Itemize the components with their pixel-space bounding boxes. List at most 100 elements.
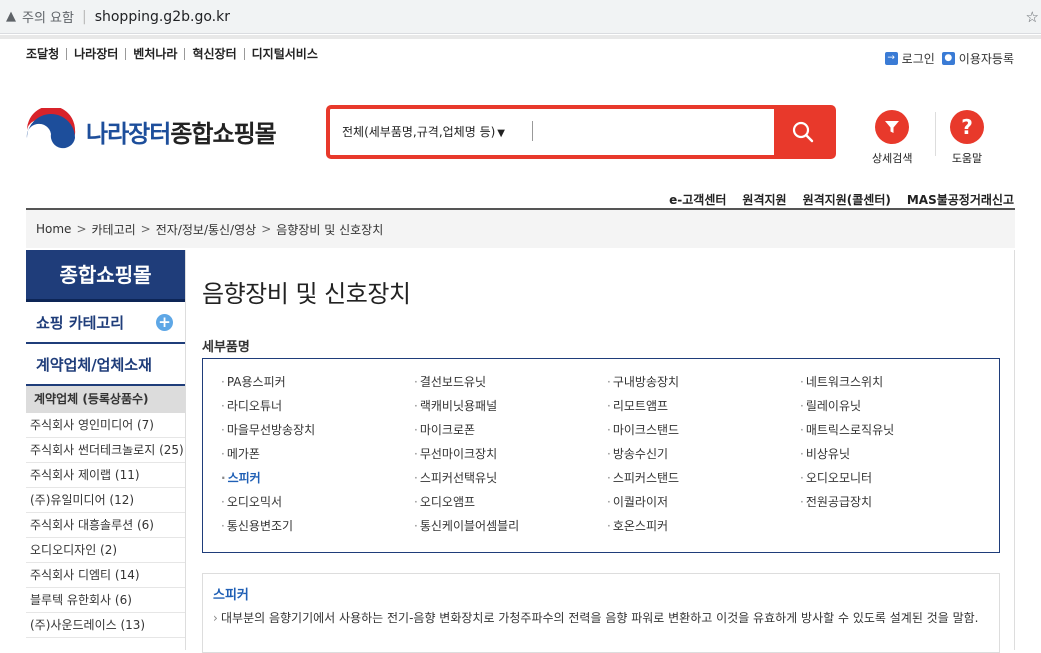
sidebar-menu-vendor[interactable]: 계약업체/업체소재 bbox=[26, 344, 185, 386]
register-link[interactable]: 이용자등록 bbox=[959, 50, 1014, 67]
subitem-link[interactable]: 전원공급장치 bbox=[800, 493, 993, 517]
login-link[interactable]: 로그인 bbox=[902, 50, 935, 67]
subitem-link[interactable]: 매트릭스로직유닛 bbox=[800, 421, 993, 445]
main-content: 음향장비 및 신호장치 세부품명 PA용스피커결선보드유닛구내방송장치네트워크스… bbox=[185, 250, 1015, 653]
breadcrumb-category[interactable]: 카테고리 bbox=[92, 221, 136, 238]
bookmark-star-icon[interactable]: ☆ bbox=[1026, 8, 1039, 26]
description-text: 대부분의 음향기기에서 사용하는 전기-음향 변화장치로 가청주파수의 전력을 … bbox=[213, 609, 989, 627]
vendor-item[interactable]: 블루텍 유한회사 (6) bbox=[26, 588, 185, 613]
site-link-digital[interactable]: 디지털서비스 bbox=[243, 48, 325, 60]
url-field[interactable]: shopping.g2b.go.kr bbox=[95, 9, 230, 25]
link-remote-support[interactable]: 원격지원 bbox=[742, 191, 786, 208]
chevron-right-icon: > bbox=[76, 222, 87, 236]
sidebar-menu-category[interactable]: 쇼핑 카테고리 + bbox=[26, 302, 185, 344]
family-site-links: 조달청 나라장터 벤처나라 혁신장터 디지털서비스 bbox=[26, 48, 325, 60]
subitem-link[interactable]: 통신용변조기 bbox=[221, 517, 414, 541]
subitem-grid: PA용스피커결선보드유닛구내방송장치네트워크스위치라디오튜너랙캐비닛용패널리모트… bbox=[221, 373, 981, 541]
subitem-link[interactable]: 통신케이블어셈블리 bbox=[414, 517, 607, 541]
site-link-naramarket[interactable]: 나라장터 bbox=[66, 48, 125, 60]
description-title: 스피커 bbox=[213, 588, 249, 603]
breadcrumb-home[interactable]: Home bbox=[36, 222, 71, 236]
logo-text-naramarket: 나라장터 bbox=[86, 120, 171, 148]
vendor-item[interactable]: 오디오디자인 (2) bbox=[26, 538, 185, 563]
vendor-item[interactable]: 주식회사 제이랩 (11) bbox=[26, 463, 185, 488]
user-links: → 로그인 ● 이용자등록 bbox=[884, 50, 1014, 67]
subitem-link[interactable]: 스피커 bbox=[221, 469, 414, 493]
subitem-link[interactable]: 비상유닛 bbox=[800, 445, 993, 469]
vendor-list-header: 계약업체 (등록상품수) bbox=[26, 386, 185, 413]
tool-divider bbox=[935, 112, 936, 156]
site-logo-text[interactable]: 나라장터종합쇼핑몰 bbox=[86, 114, 277, 149]
link-mas-report[interactable]: MAS불공정거래신고 bbox=[907, 191, 1014, 208]
link-e-customer-center[interactable]: e-고객센터 bbox=[669, 191, 726, 208]
page-top-divider bbox=[0, 35, 1041, 39]
subitem-link[interactable]: 리모트앰프 bbox=[607, 397, 800, 421]
detail-search-label: 상세검색 bbox=[872, 152, 913, 165]
search-scope-select[interactable]: 전체(세부품명,규격,업체명 등) ▼ bbox=[342, 123, 505, 140]
site-link-venture[interactable]: 벤처나라 bbox=[125, 48, 184, 60]
vendor-item[interactable]: 주식회사 대흥솔루션 (6) bbox=[26, 513, 185, 538]
vendor-item[interactable]: (주)사운드레이스 (13) bbox=[26, 613, 185, 638]
vendor-item[interactable]: (주)유일미디어 (12) bbox=[26, 488, 185, 513]
subitem-link[interactable]: 랙캐비닛용패널 bbox=[414, 397, 607, 421]
search-divider bbox=[532, 121, 533, 141]
chevron-right-icon: > bbox=[140, 222, 151, 236]
service-links: e-고객센터 원격지원 원격지원(콜센터) MAS불공정거래신고 bbox=[653, 191, 1014, 208]
chevron-right-icon: > bbox=[261, 222, 272, 236]
link-remote-support-callcenter[interactable]: 원격지원(콜센터) bbox=[803, 191, 891, 208]
expand-plus-icon[interactable]: + bbox=[156, 314, 173, 331]
subitem-link[interactable]: 결선보드유닛 bbox=[414, 373, 607, 397]
vendor-item[interactable]: 주식회사 썬더테크놀로지 (25) bbox=[26, 438, 185, 463]
subitem-link[interactable]: 오디오앰프 bbox=[414, 493, 607, 517]
subitem-link[interactable]: 네트워크스위치 bbox=[800, 373, 993, 397]
subitem-link[interactable]: 마이크스탠드 bbox=[607, 421, 800, 445]
logo-text-shoppingmall: 종합쇼핑몰 bbox=[170, 120, 276, 148]
sidebar-title[interactable]: 종합쇼핑몰 bbox=[26, 250, 185, 302]
subitem-link[interactable]: 오디오모니터 bbox=[800, 469, 993, 493]
breadcrumb-electronics[interactable]: 전자/정보/통신/영상 bbox=[156, 221, 256, 238]
help-button[interactable]: ? 도움말 bbox=[950, 110, 984, 166]
chevron-down-icon: ▼ bbox=[497, 128, 505, 139]
subitem-link[interactable]: 스피커선택유닛 bbox=[414, 469, 607, 493]
subitem-link[interactable]: 이퀄라이저 bbox=[607, 493, 800, 517]
subitem-link[interactable]: PA용스피커 bbox=[221, 373, 414, 397]
page-title: 음향장비 및 신호장치 bbox=[202, 280, 411, 308]
taegeuk-logo-icon[interactable] bbox=[25, 108, 77, 160]
subitem-link[interactable]: 무선마이크장치 bbox=[414, 445, 607, 469]
search-scope-label: 전체(세부품명,규격,업체명 등) bbox=[342, 125, 496, 139]
user-icon: ● bbox=[941, 52, 955, 65]
sidebar-menu-category-label: 쇼핑 카테고리 bbox=[36, 314, 125, 332]
vendor-item[interactable]: 주식회사 디엠티 (14) bbox=[26, 563, 185, 588]
subitem-link[interactable]: 마이크로폰 bbox=[414, 421, 607, 445]
address-divider: | bbox=[81, 8, 87, 25]
subitem-link[interactable]: 구내방송장치 bbox=[607, 373, 800, 397]
subitem-box: PA용스피커결선보드유닛구내방송장치네트워크스위치라디오튜너랙캐비닛용패널리모트… bbox=[202, 358, 1000, 553]
subitem-link[interactable]: 스피커스탠드 bbox=[607, 469, 800, 493]
detail-search-button[interactable]: 상세검색 bbox=[872, 110, 912, 166]
search-icon bbox=[792, 121, 814, 143]
help-icon: ? bbox=[950, 110, 984, 144]
subitem-link[interactable]: 메가폰 bbox=[221, 445, 414, 469]
breadcrumb: Home > 카테고리 > 전자/정보/통신/영상 > 음향장비 및 신호장치 bbox=[26, 208, 1015, 248]
search-button[interactable] bbox=[774, 109, 832, 155]
subitem-link[interactable]: 오디오믹서 bbox=[221, 493, 414, 517]
subitem-link[interactable]: 라디오튜너 bbox=[221, 397, 414, 421]
warning-triangle-icon: ▲ bbox=[6, 9, 16, 24]
site-link-innovation[interactable]: 혁신장터 bbox=[184, 48, 243, 60]
login-icon: → bbox=[884, 52, 898, 65]
description-box: 스피커 대부분의 음향기기에서 사용하는 전기-음향 변화장치로 가청주파수의 … bbox=[202, 573, 1000, 653]
security-warning-text: 주의 요함 bbox=[22, 11, 74, 26]
filter-icon bbox=[875, 110, 910, 144]
breadcrumb-current[interactable]: 음향장비 및 신호장치 bbox=[276, 221, 383, 238]
subitem-link[interactable]: 마을무선방송장치 bbox=[221, 421, 414, 445]
site-link-pps[interactable]: 조달청 bbox=[26, 48, 66, 60]
section-title-subitems: 세부품명 bbox=[202, 340, 250, 355]
subitem-link[interactable]: 호온스피커 bbox=[607, 517, 800, 541]
vendor-item[interactable]: 주식회사 영인미디어 (7) bbox=[26, 413, 185, 438]
subitem-link[interactable]: 릴레이유닛 bbox=[800, 397, 993, 421]
help-label: 도움말 bbox=[951, 152, 983, 165]
subitem-link[interactable]: 방송수신기 bbox=[607, 445, 800, 469]
search-box: 전체(세부품명,규격,업체명 등) ▼ bbox=[326, 105, 836, 159]
sidebar: 종합쇼핑몰 쇼핑 카테고리 + 계약업체/업체소재 계약업체 (등록상품수) 주… bbox=[26, 250, 185, 650]
browser-address-bar: ▲ 주의 요함 | shopping.g2b.go.kr ☆ bbox=[0, 0, 1041, 34]
